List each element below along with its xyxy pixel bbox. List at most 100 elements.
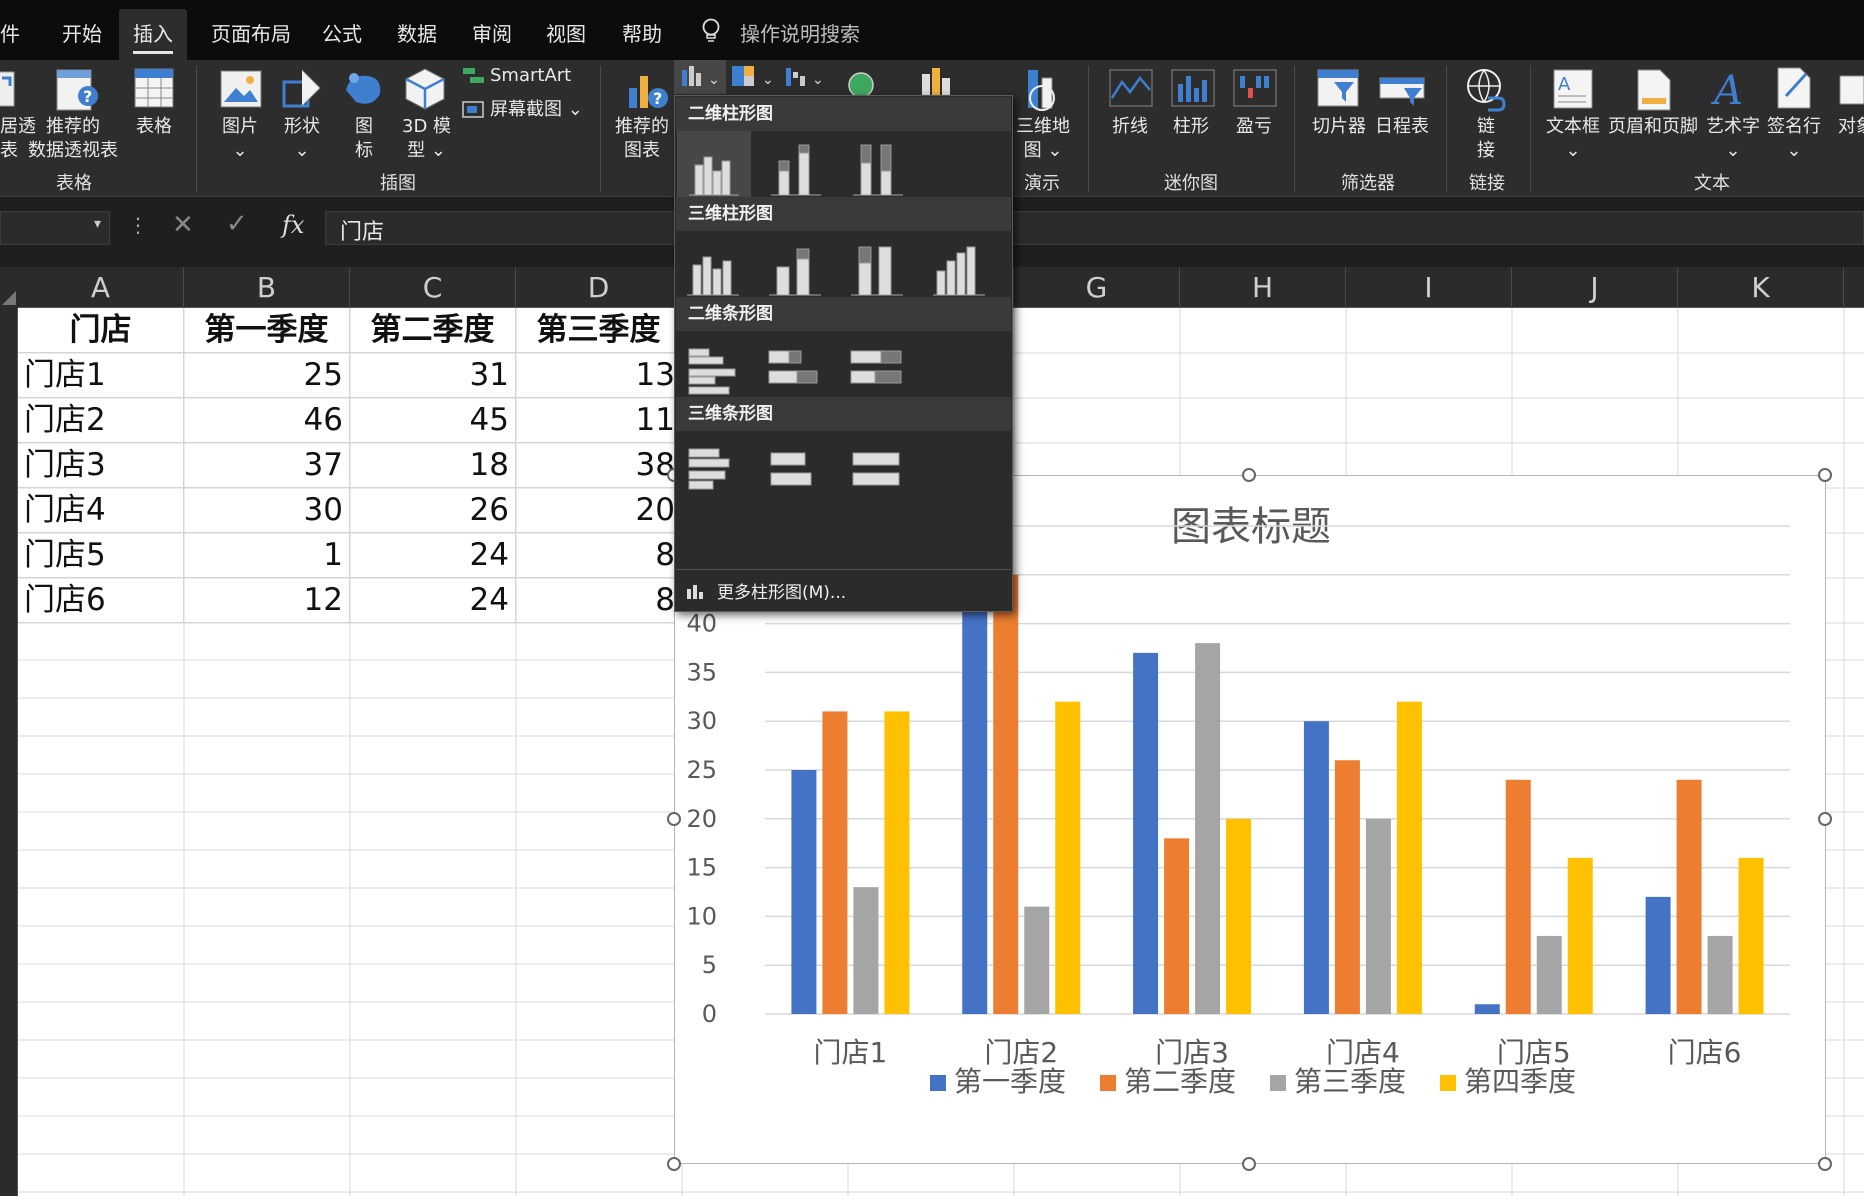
cell-a6[interactable]: 门店5: [18, 533, 184, 578]
chart-handle-left[interactable]: [667, 812, 681, 826]
chart-handle-bottom[interactable]: [1242, 1157, 1256, 1171]
column-header-c[interactable]: C: [350, 267, 516, 308]
bar-第三季度-门店6[interactable]: [1707, 935, 1733, 1014]
cell-a2[interactable]: 门店1: [18, 353, 184, 398]
tab-home[interactable]: 开始: [62, 18, 102, 47]
tab-formulas[interactable]: 公式: [322, 18, 362, 47]
cell-d1[interactable]: 第三季度: [516, 308, 682, 353]
column-header-g[interactable]: G: [1014, 267, 1180, 308]
textbox-button[interactable]: 文本框 ⌄: [1546, 115, 1600, 163]
tab-page-layout[interactable]: 页面布局: [211, 18, 291, 47]
cancel-icon[interactable]: ✕: [172, 210, 194, 240]
bar-第三季度-门店5[interactable]: [1536, 935, 1562, 1014]
tab-insert[interactable]: 插入: [119, 9, 187, 60]
cell-d2[interactable]: 13: [516, 353, 682, 398]
bar-第一季度-门店5[interactable]: [1474, 1004, 1500, 1014]
formula-input[interactable]: 门店: [325, 211, 1864, 245]
option-3d-clustered-bar[interactable]: [677, 431, 751, 513]
bar-第四季度-门店1[interactable]: [884, 711, 910, 1014]
signature-line-button[interactable]: 签名行 ⌄: [1767, 115, 1821, 163]
bar-第一季度-门店2[interactable]: [962, 565, 988, 1014]
bar-第二季度-门店4[interactable]: [1334, 760, 1360, 1014]
icons-button[interactable]: 图标: [355, 115, 373, 163]
cell-b1[interactable]: 第一季度: [184, 308, 350, 353]
bar-第四季度-门店5[interactable]: [1567, 857, 1593, 1014]
bar-第一季度-门店3[interactable]: [1133, 652, 1159, 1014]
cell-b5[interactable]: 30: [184, 488, 350, 533]
name-box[interactable]: ▾: [0, 211, 110, 245]
cell-a3[interactable]: 门店2: [18, 398, 184, 443]
smartart-button[interactable]: SmartArt: [490, 64, 571, 88]
sparkline-winloss-button[interactable]: 盈亏: [1236, 115, 1272, 139]
column-header-h[interactable]: H: [1180, 267, 1346, 308]
bar-第一季度-门店6[interactable]: [1645, 896, 1671, 1014]
bar-第四季度-门店2[interactable]: [1055, 701, 1081, 1014]
tab-help[interactable]: 帮助: [622, 18, 662, 47]
option-3d-stacked-bar[interactable]: [759, 431, 833, 513]
recommended-pivot-button[interactable]: 推荐的 数据透视表: [28, 115, 118, 163]
confirm-icon[interactable]: ✓: [226, 209, 248, 239]
more-options-icon[interactable]: ⋮: [128, 213, 148, 237]
3d-models-button[interactable]: 3D 模型 ⌄: [402, 115, 451, 163]
bar-第四季度-门店3[interactable]: [1226, 818, 1252, 1014]
chart-legend[interactable]: 第一季度 第二季度 第三季度 第四季度: [930, 1065, 1576, 1098]
cell-c6[interactable]: 24: [350, 533, 516, 578]
pictures-button[interactable]: 图片 ⌄: [222, 115, 258, 163]
bar-第一季度-门店4[interactable]: [1303, 721, 1329, 1014]
cell-a5[interactable]: 门店4: [18, 488, 184, 533]
timeline-button[interactable]: 日程表: [1375, 115, 1429, 139]
cell-b7[interactable]: 12: [184, 578, 350, 623]
more-column-charts-item[interactable]: 更多柱形图(M)...: [685, 578, 846, 603]
chart-title[interactable]: 图表标题: [1171, 504, 1331, 550]
wordart-button[interactable]: 艺术字 ⌄: [1706, 115, 1760, 163]
tab-view[interactable]: 视图: [546, 18, 586, 47]
option-3d-100-stacked-bar[interactable]: [841, 431, 915, 513]
column-header-d[interactable]: D: [516, 267, 682, 308]
bar-第三季度-门店3[interactable]: [1195, 643, 1221, 1014]
column-header-j[interactable]: J: [1512, 267, 1678, 308]
object-button[interactable]: 对象: [1838, 115, 1864, 139]
slicer-button[interactable]: 切片器: [1312, 115, 1366, 139]
bar-第三季度-门店4[interactable]: [1365, 818, 1391, 1014]
recommended-charts-button[interactable]: 推荐的 图表: [615, 115, 669, 163]
tab-file[interactable]: 件: [0, 18, 20, 47]
sparkline-column-button[interactable]: 柱形: [1173, 115, 1209, 139]
cell-b2[interactable]: 25: [184, 353, 350, 398]
bar-第二季度-门店5[interactable]: [1505, 779, 1531, 1014]
cell-c2[interactable]: 31: [350, 353, 516, 398]
column-header-a[interactable]: A: [18, 267, 184, 308]
cell-c4[interactable]: 18: [350, 443, 516, 488]
bar-第二季度-门店3[interactable]: [1164, 838, 1190, 1014]
sparkline-line-button[interactable]: 折线: [1112, 115, 1148, 139]
insert-function-icon[interactable]: fx: [282, 211, 304, 239]
shapes-button[interactable]: 形状 ⌄: [284, 115, 320, 163]
table-button[interactable]: 表格: [136, 115, 172, 139]
cell-d6[interactable]: 8: [516, 533, 682, 578]
cell-d3[interactable]: 11: [516, 398, 682, 443]
cell-c3[interactable]: 45: [350, 398, 516, 443]
column-header-i[interactable]: I: [1346, 267, 1512, 308]
header-footer-button[interactable]: 页眉和页脚: [1608, 115, 1698, 139]
column-header-b[interactable]: B: [184, 267, 350, 308]
bar-第一季度-门店1[interactable]: [791, 770, 817, 1014]
maps-chart-button[interactable]: [844, 68, 878, 98]
bar-第二季度-门店6[interactable]: [1676, 779, 1702, 1014]
cell-d4[interactable]: 38: [516, 443, 682, 488]
cell-a1[interactable]: 门店: [18, 308, 184, 353]
cell-d5[interactable]: 20: [516, 488, 682, 533]
waterfall-chart-button[interactable]: ⌄: [782, 60, 830, 94]
row-headers[interactable]: [0, 308, 18, 1196]
hierarchy-chart-button[interactable]: ⌄: [730, 60, 778, 94]
cell-b3[interactable]: 46: [184, 398, 350, 443]
bar-第四季度-门店6[interactable]: [1738, 857, 1764, 1014]
link-button[interactable]: 链接: [1477, 115, 1495, 163]
column-header-k[interactable]: K: [1678, 267, 1844, 308]
tell-me-search[interactable]: 操作说明搜索: [740, 18, 860, 47]
chart-handle-right[interactable]: [1818, 812, 1832, 826]
cell-b6[interactable]: 1: [184, 533, 350, 578]
bar-第二季度-门店2[interactable]: [993, 574, 1019, 1014]
bar-第三季度-门店1[interactable]: [853, 887, 879, 1014]
name-box-dropdown-icon[interactable]: ▾: [94, 216, 101, 232]
cell-c1[interactable]: 第二季度: [350, 308, 516, 353]
cell-d7[interactable]: 8: [516, 578, 682, 623]
